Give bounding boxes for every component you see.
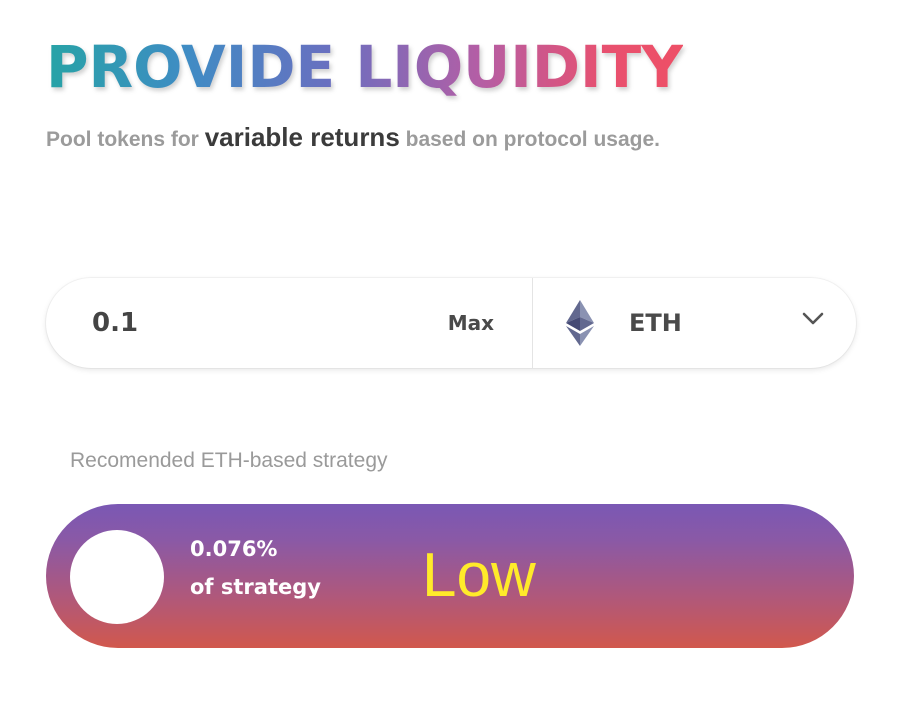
subtitle-suffix: based on protocol usage. xyxy=(399,128,660,151)
recommendation-label: Recomended ETH-based strategy xyxy=(70,449,388,472)
chevron-down-icon[interactable] xyxy=(802,312,824,326)
subtitle-prefix: Pool tokens for xyxy=(46,128,205,151)
amount-input-group: Max ETH xyxy=(46,278,856,368)
max-button[interactable]: Max xyxy=(448,308,494,338)
strategy-indicator-circle xyxy=(70,530,164,624)
strategy-percent: 0.076% xyxy=(190,537,278,561)
subtitle-emphasis: variable returns xyxy=(204,122,400,152)
amount-field-container[interactable]: Max xyxy=(46,278,533,368)
strategy-risk-level: Low xyxy=(422,541,536,610)
page-title: PROVIDE LIQUIDITY xyxy=(46,30,683,104)
strategy-card[interactable]: 0.076% of strategy Low xyxy=(46,504,854,648)
strategy-of-label: of strategy xyxy=(190,575,321,599)
token-select[interactable]: ETH xyxy=(533,278,856,368)
amount-input[interactable] xyxy=(92,302,412,344)
page-subtitle: Pool tokens for variable returns based o… xyxy=(46,122,660,155)
token-symbol: ETH xyxy=(629,309,682,337)
ethereum-icon xyxy=(566,300,594,346)
